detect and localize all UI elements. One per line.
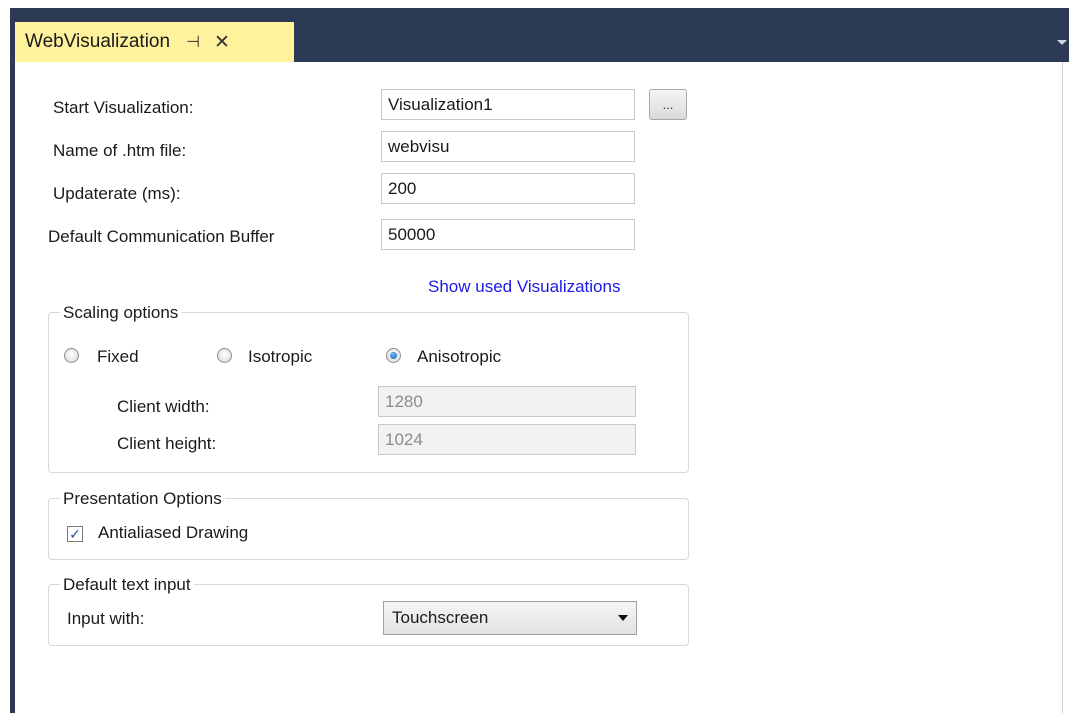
chevron-down-icon [618,615,628,621]
input-with-dropdown[interactable]: Touchscreen [383,601,637,635]
radio-fixed-label: Fixed [97,347,139,366]
panel-right-border [1062,62,1063,713]
presentation-options-title: Presentation Options [60,489,225,509]
tab-title: WebVisualization [25,31,171,52]
antialiased-checkbox[interactable]: ✓ [67,526,83,542]
update-rate-label: Updaterate (ms): [53,184,181,203]
tab-webvisualization[interactable]: WebVisualization ⊣ ✕ [15,22,294,62]
scaling-options-title: Scaling options [60,303,182,323]
tab-overflow-icon[interactable] [1057,40,1067,45]
input-with-value: Touchscreen [392,608,489,627]
pin-icon[interactable]: ⊣ [186,32,200,52]
radio-isotropic[interactable] [217,348,232,363]
comm-buffer-field[interactable]: 50000 [381,219,635,250]
input-with-label: Input with: [67,609,145,628]
close-icon[interactable]: ✕ [214,31,230,54]
start-visualization-label: Start Visualization: [53,98,194,117]
client-width-field: 1280 [378,386,636,417]
browse-visualization-button[interactable]: ... [649,89,687,120]
htm-file-label: Name of .htm file: [53,141,187,160]
show-used-visualizations-link[interactable]: Show used Visualizations [428,277,620,297]
client-height-label: Client height: [117,434,217,453]
comm-buffer-label: Default Communication Buffer [48,227,275,246]
radio-fixed[interactable] [64,348,79,363]
client-width-label: Client width: [117,397,210,416]
update-rate-field[interactable]: 200 [381,173,635,204]
radio-anisotropic[interactable] [386,348,401,363]
radio-anisotropic-label: Anisotropic [417,347,502,366]
antialiased-label: Antialiased Drawing [98,523,249,542]
start-visualization-field[interactable]: Visualization1 [381,89,635,120]
htm-file-field[interactable]: webvisu [381,131,635,162]
radio-isotropic-label: Isotropic [248,347,313,366]
text-input-title: Default text input [60,575,194,595]
client-height-field: 1024 [378,424,636,455]
